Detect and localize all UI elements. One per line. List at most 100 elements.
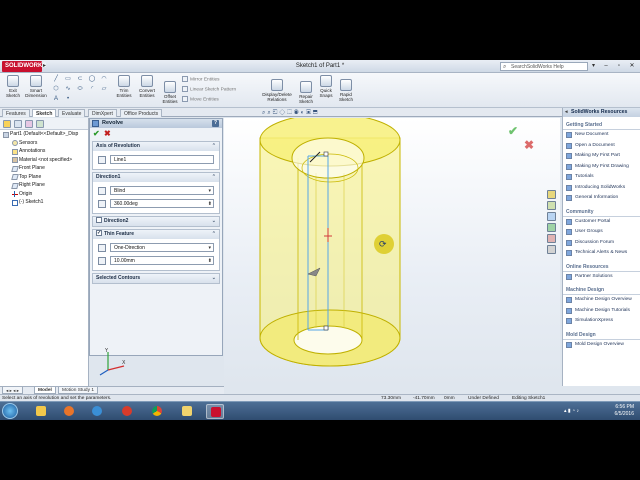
property-manager-icon[interactable] xyxy=(14,120,22,128)
minimize-icon[interactable]: – xyxy=(600,61,612,71)
thickness-input[interactable]: 10.00mm xyxy=(110,256,214,265)
spline-icon[interactable]: ∿ xyxy=(64,85,72,93)
thin-feature-header[interactable]: ✓ Thin Feature ⌃ xyxy=(93,229,219,239)
collapse-icon[interactable]: ⌃ xyxy=(212,173,216,182)
tab-scroll-arrows[interactable]: ◂ ▸ ◂ ▸ xyxy=(2,387,24,394)
taskbar-firefox[interactable] xyxy=(60,404,78,419)
thin-feature-checkbox[interactable]: ✓ xyxy=(96,229,102,236)
tab-dimxpert[interactable]: DimXpert xyxy=(88,109,117,117)
offset-entities-button[interactable]: Offset Entities xyxy=(160,81,180,104)
heads-up-view-toolbar[interactable]: ⌕⌕◰◇⬚◉◐▣⬒ xyxy=(262,110,319,118)
help-search-input[interactable]: ⌕ SearchSolidWorks Help xyxy=(500,62,588,71)
slot-icon[interactable]: ⊂ xyxy=(76,75,84,83)
angle-input[interactable]: 360.00deg xyxy=(110,199,214,208)
tab-model[interactable]: Model xyxy=(34,387,56,394)
ellipse-icon[interactable]: ⬭ xyxy=(76,85,84,93)
smart-dimension-button[interactable]: Smart Dimension xyxy=(24,75,48,98)
display-delete-relations-button[interactable]: Display/Delete Relations xyxy=(258,79,296,102)
link-customer-portal[interactable]: Customer Portal xyxy=(563,217,640,228)
link-general-information[interactable]: General Information xyxy=(563,193,640,204)
start-button[interactable] xyxy=(2,403,18,419)
link-user-groups[interactable]: User Groups xyxy=(563,227,640,238)
tab-motion-study[interactable]: Motion Study 1 xyxy=(58,387,98,394)
link-partner-solutions[interactable]: Partner Solutions xyxy=(563,272,640,283)
link-tutorials[interactable]: Tutorials xyxy=(563,172,640,183)
link-technical-alerts[interactable]: Technical Alerts & News xyxy=(563,248,640,259)
ok-check-icon[interactable]: ✔ xyxy=(93,129,100,138)
confirm-cancel-icon[interactable]: ✖ xyxy=(524,138,534,152)
tree-root-part1[interactable]: Part1 (Default<<Default>_Disp xyxy=(0,130,88,139)
expand-icon[interactable]: ⌄ xyxy=(212,274,216,283)
clock[interactable]: 6:56 PM 6/5/2016 xyxy=(615,404,634,418)
link-open-document[interactable]: Open a Document xyxy=(563,141,640,152)
quick-snaps-button[interactable]: Quick Snaps xyxy=(317,75,335,98)
link-machine-design-tutorials[interactable]: Machine Design Tutorials xyxy=(563,306,640,317)
taskbar-solidworks[interactable] xyxy=(206,404,224,419)
configuration-manager-icon[interactable] xyxy=(25,120,33,128)
plane-icon[interactable]: ▱ xyxy=(100,85,108,93)
maximize-icon[interactable]: ▫ xyxy=(613,61,625,71)
selected-contours-header[interactable]: Selected Contours ⌄ xyxy=(93,274,219,283)
taskbar-explorer[interactable] xyxy=(32,404,50,419)
taskbar-folder[interactable] xyxy=(178,404,196,419)
rectangle-icon[interactable]: ▭ xyxy=(64,75,72,83)
circle-icon[interactable]: ◯ xyxy=(88,75,96,83)
graphics-area[interactable]: ⟳ xyxy=(224,113,560,386)
move-entities-button[interactable]: Move Entities xyxy=(182,96,219,102)
tree-item-front-plane[interactable]: Front Plane xyxy=(0,164,88,173)
expand-icon[interactable]: ⌄ xyxy=(212,217,216,226)
file-explorer-tab-icon[interactable] xyxy=(547,212,556,221)
system-tray-icons[interactable]: ▴ ▮ ◔ ♪ xyxy=(564,408,579,414)
taskbar-chrome[interactable] xyxy=(148,404,166,419)
point-icon[interactable]: • xyxy=(64,95,72,103)
tree-item-material[interactable]: Material <not specified> xyxy=(0,156,88,165)
revolve-type-select[interactable]: Blind xyxy=(110,186,214,195)
link-simulationxpress[interactable]: SimulationXpress xyxy=(563,316,640,327)
line-icon[interactable]: ╱ xyxy=(52,75,60,83)
arc-icon[interactable]: ◠ xyxy=(100,75,108,83)
design-library-tab-icon[interactable] xyxy=(547,201,556,210)
thin-reverse-icon[interactable] xyxy=(98,244,106,252)
tree-item-origin[interactable]: Origin xyxy=(0,190,88,199)
tree-item-right-plane[interactable]: Right Plane xyxy=(0,181,88,190)
exit-sketch-button[interactable]: Exit Sketch xyxy=(3,75,23,98)
convert-entities-button[interactable]: Convert Entities xyxy=(136,75,158,98)
model-preview[interactable]: ⟳ xyxy=(224,113,560,386)
link-machine-design-overview[interactable]: Machine Design Overview xyxy=(563,295,640,306)
tree-item-sensors[interactable]: Sensors xyxy=(0,139,88,148)
confirm-ok-icon[interactable]: ✔ xyxy=(508,124,518,138)
direction1-header[interactable]: Direction1 ⌃ xyxy=(93,173,219,182)
taskbar-media-player[interactable] xyxy=(88,404,106,419)
tree-item-top-plane[interactable]: Top Plane xyxy=(0,173,88,182)
trim-entities-button[interactable]: Trim Entities xyxy=(114,75,134,98)
link-introducing-solidworks[interactable]: Introducing SolidWorks xyxy=(563,183,640,194)
fillet-icon[interactable]: ◜ xyxy=(88,85,96,93)
cancel-x-icon[interactable]: ✖ xyxy=(104,129,111,138)
custom-properties-tab-icon[interactable] xyxy=(547,245,556,254)
tree-item-sketch1[interactable]: (-) Sketch1 xyxy=(0,198,88,207)
tab-features[interactable]: Features xyxy=(2,109,30,117)
tab-office-products[interactable]: Office Products xyxy=(120,109,163,117)
link-discussion-forum[interactable]: Discussion Forum xyxy=(563,238,640,249)
dimxpert-manager-icon[interactable] xyxy=(36,120,44,128)
collapse-icon[interactable]: ⌃ xyxy=(212,142,216,151)
tab-evaluate[interactable]: Evaluate xyxy=(58,109,86,117)
collapse-icon[interactable]: ⌃ xyxy=(212,230,216,239)
help-icon[interactable]: ? xyxy=(212,120,219,127)
tab-sketch[interactable]: Sketch xyxy=(32,109,57,117)
polygon-icon[interactable]: ⬡ xyxy=(52,85,60,93)
linear-sketch-pattern-button[interactable]: Linear Sketch Pattern xyxy=(182,86,236,92)
mirror-entities-button[interactable]: Mirror Entities xyxy=(182,76,220,82)
close-icon[interactable]: ✕ xyxy=(626,61,638,71)
link-new-document[interactable]: New Document xyxy=(563,130,640,141)
axis-of-revolution-header[interactable]: Axis of Revolution ⌃ xyxy=(93,142,219,151)
repair-sketch-button[interactable]: Repair Sketch xyxy=(296,81,316,104)
axis-selection-box[interactable]: Line1 xyxy=(110,155,214,164)
text-icon[interactable]: A xyxy=(52,95,60,103)
taskbar-video-app[interactable] xyxy=(118,404,136,419)
tree-item-annotations[interactable]: Annotations xyxy=(0,147,88,156)
feature-manager-icon[interactable] xyxy=(3,120,11,128)
direction2-header[interactable]: Direction2 ⌄ xyxy=(93,216,219,226)
view-palette-tab-icon[interactable] xyxy=(547,223,556,232)
rapid-sketch-button[interactable]: Rapid Sketch xyxy=(336,79,356,102)
